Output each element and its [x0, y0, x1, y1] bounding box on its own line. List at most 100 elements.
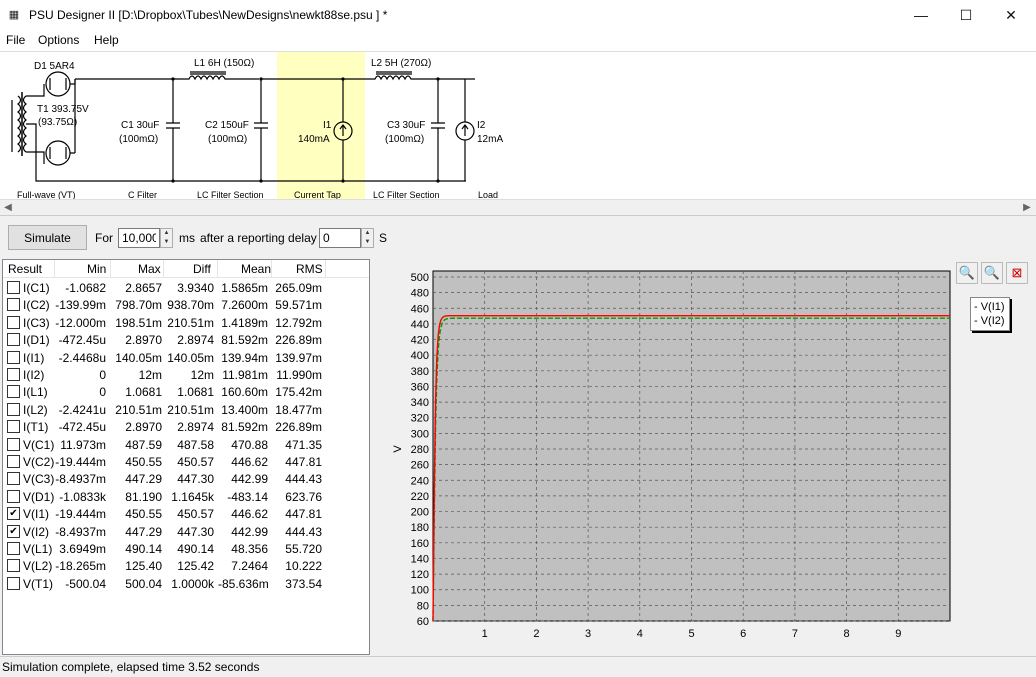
table-row[interactable]: I(I2) 0 12m 12m 11.981m 11.990m: [3, 366, 369, 383]
row-mean: 446.62: [231, 455, 268, 469]
row-checkbox[interactable]: [7, 559, 20, 573]
spin-down-icon[interactable]: ▼: [161, 238, 172, 247]
zoom-reset-icon[interactable]: ⊠: [1006, 262, 1028, 284]
row-mean: 442.99: [231, 472, 268, 487]
scroll-left-icon[interactable]: ◀: [0, 200, 16, 216]
row-mean: 13.400m: [221, 402, 268, 417]
row-max: 81.190: [125, 489, 162, 504]
x-tick-label: 5: [688, 628, 694, 640]
graph-panel[interactable]: 1 2 3 4 5 6 7 8 9 60 80 100 120 140 160 180 200 220 240 260…: [373, 259, 1036, 655]
table-row[interactable]: I(L1) 0 1.0681 1.0681 160.60m 175.42m: [3, 383, 369, 400]
l2-label: L2 5H (270Ω): [371, 58, 431, 69]
window-title: PSU Designer II [D:\Dropbox\Tubes\NewDes…: [29, 8, 388, 22]
spin-up-icon[interactable]: ▲: [362, 229, 373, 238]
row-max: 1.0681: [125, 385, 162, 400]
menu-help[interactable]: Help: [94, 33, 119, 47]
row-rms: 175.42m: [275, 385, 322, 400]
y-tick-label: 480: [411, 288, 429, 300]
row-checkbox[interactable]: ✔: [7, 524, 20, 538]
row-name: V(L1): [23, 542, 53, 556]
table-row[interactable]: V(C3) -8.4937m 447.29 447.30 442.99 444.43: [3, 470, 369, 487]
table-row[interactable]: I(C3) -12.000m 198.51m 210.51m 1.4189m 12.792…: [3, 314, 369, 331]
spin-up-icon[interactable]: ▲: [161, 229, 172, 238]
table-row[interactable]: V(T1) -500.04 500.04 1.0000k -85.636m 373.54: [3, 575, 369, 592]
maximize-button[interactable]: ☐: [943, 0, 989, 31]
schematic-diagram[interactable]: D1 5AR4 T1 393.75V (93.75Ω) L1 6H (150Ω)…: [0, 52, 1036, 200]
row-checkbox[interactable]: [7, 333, 20, 347]
c3-label-2: (100mΩ): [385, 134, 424, 145]
table-row[interactable]: I(I1) -2.4468u 140.05m 140.05m 139.94m 139.97…: [3, 349, 369, 366]
row-checkbox[interactable]: [7, 350, 20, 364]
voltage-chart[interactable]: 1 2 3 4 5 6 7 8 9 60 80 100 120 140 160 180 200 220 240 260…: [373, 259, 1036, 655]
close-button[interactable]: ✕: [988, 0, 1034, 31]
row-rms: 444.43: [285, 524, 322, 539]
row-checkbox[interactable]: [7, 281, 20, 294]
schematic-scrollbar[interactable]: ◀ ▶: [0, 199, 1036, 216]
duration-spinner[interactable]: ▲ ▼: [160, 228, 173, 248]
y-tick-label: 80: [417, 600, 429, 612]
zoom-fit-icon[interactable]: 🔍: [981, 262, 1003, 284]
row-checkbox[interactable]: [7, 489, 20, 503]
minimize-button[interactable]: —: [898, 0, 944, 31]
col-min[interactable]: Min: [87, 262, 106, 276]
row-max: 487.59: [125, 437, 162, 452]
row-diff: 125.42: [177, 559, 214, 574]
row-name: V(D1): [23, 489, 55, 504]
table-row[interactable]: V(C2) -19.444m 450.55 450.57 446.62 447.81: [3, 453, 369, 470]
delay-spinner[interactable]: ▲ ▼: [361, 228, 374, 248]
zoom-in-icon[interactable]: 🔍: [956, 262, 978, 284]
spin-down-icon[interactable]: ▼: [362, 238, 373, 247]
table-row[interactable]: ✔ V(I1) -19.444m 450.55 450.57 446.62 447.81: [3, 505, 369, 522]
row-name: V(I1): [23, 507, 50, 522]
y-tick-label: 400: [411, 350, 429, 362]
menu-bar: File Options Help: [0, 31, 1036, 51]
table-row[interactable]: V(L2) -18.265m 125.40 125.42 7.2464 10.222: [3, 557, 369, 574]
table-row[interactable]: I(L2) -2.4241u 210.51m 210.51m 13.400m 18.477…: [3, 401, 369, 418]
row-max: 447.29: [125, 524, 162, 539]
row-checkbox[interactable]: [7, 402, 20, 416]
table-row[interactable]: V(L1) 3.6949m 490.14 490.14 48.356 55.720: [3, 540, 369, 557]
row-checkbox[interactable]: [7, 315, 20, 329]
row-mean: 1.4189m: [221, 315, 268, 330]
row-max: 140.05m: [115, 350, 162, 365]
row-mean: 7.2600m: [221, 298, 268, 313]
simulate-button[interactable]: Simulate: [8, 225, 87, 250]
schematic-panel[interactable]: D1 5AR4 T1 393.75V (93.75Ω) L1 6H (150Ω)…: [0, 51, 1036, 200]
row-min: -139.99m: [55, 298, 106, 313]
table-row[interactable]: I(T1) -472.45u 2.8970 2.8974 81.592m 226.89m: [3, 418, 369, 435]
row-checkbox[interactable]: [7, 298, 20, 312]
row-checkbox[interactable]: [7, 542, 20, 555]
y-tick-label: 240: [411, 475, 429, 487]
row-checkbox[interactable]: [7, 368, 20, 381]
row-checkbox[interactable]: [7, 437, 20, 451]
row-rms: 11.990m: [276, 368, 322, 382]
y-tick-label: 220: [411, 491, 429, 503]
row-max: 490.14: [125, 542, 162, 556]
menu-file[interactable]: File: [6, 33, 25, 47]
menu-options[interactable]: Options: [38, 33, 79, 47]
col-diff[interactable]: Diff: [193, 262, 211, 276]
table-row[interactable]: I(C2) -139.99m 798.70m 938.70m 7.2600m 59.571…: [3, 296, 369, 313]
row-checkbox[interactable]: [7, 455, 20, 468]
scroll-right-icon[interactable]: ▶: [1019, 200, 1035, 216]
col-mean[interactable]: Mean: [241, 262, 271, 276]
row-checkbox[interactable]: [7, 385, 20, 399]
row-max: 798.70m: [115, 298, 162, 313]
col-rms[interactable]: RMS: [296, 262, 323, 276]
table-row[interactable]: V(D1) -1.0833k 81.190 1.1645k -483.14 623.76: [3, 488, 369, 505]
delay-input[interactable]: [319, 228, 361, 248]
duration-input[interactable]: [118, 228, 160, 248]
row-checkbox[interactable]: [7, 420, 20, 434]
row-diff: 3.9340: [177, 281, 214, 295]
table-row[interactable]: I(D1) -472.45u 2.8970 2.8974 81.592m 226.89m: [3, 331, 369, 348]
col-result[interactable]: Result: [8, 262, 42, 276]
row-checkbox[interactable]: ✔: [7, 507, 20, 521]
results-table[interactable]: Result Min Max Diff Mean RMS I(C1) -1.068…: [2, 259, 370, 655]
row-checkbox[interactable]: [7, 472, 20, 486]
table-row[interactable]: V(C1) 11.973m 487.59 487.58 470.88 471.35: [3, 436, 369, 453]
col-max[interactable]: Max: [138, 262, 161, 276]
row-diff: 938.70m: [167, 298, 214, 313]
table-row[interactable]: ✔ V(I2) -8.4937m 447.29 447.30 442.99 444.43: [3, 523, 369, 540]
row-checkbox[interactable]: [7, 576, 20, 590]
table-row[interactable]: I(C1) -1.0682 2.8657 3.9340 1.5865m 265.09m: [3, 279, 369, 296]
